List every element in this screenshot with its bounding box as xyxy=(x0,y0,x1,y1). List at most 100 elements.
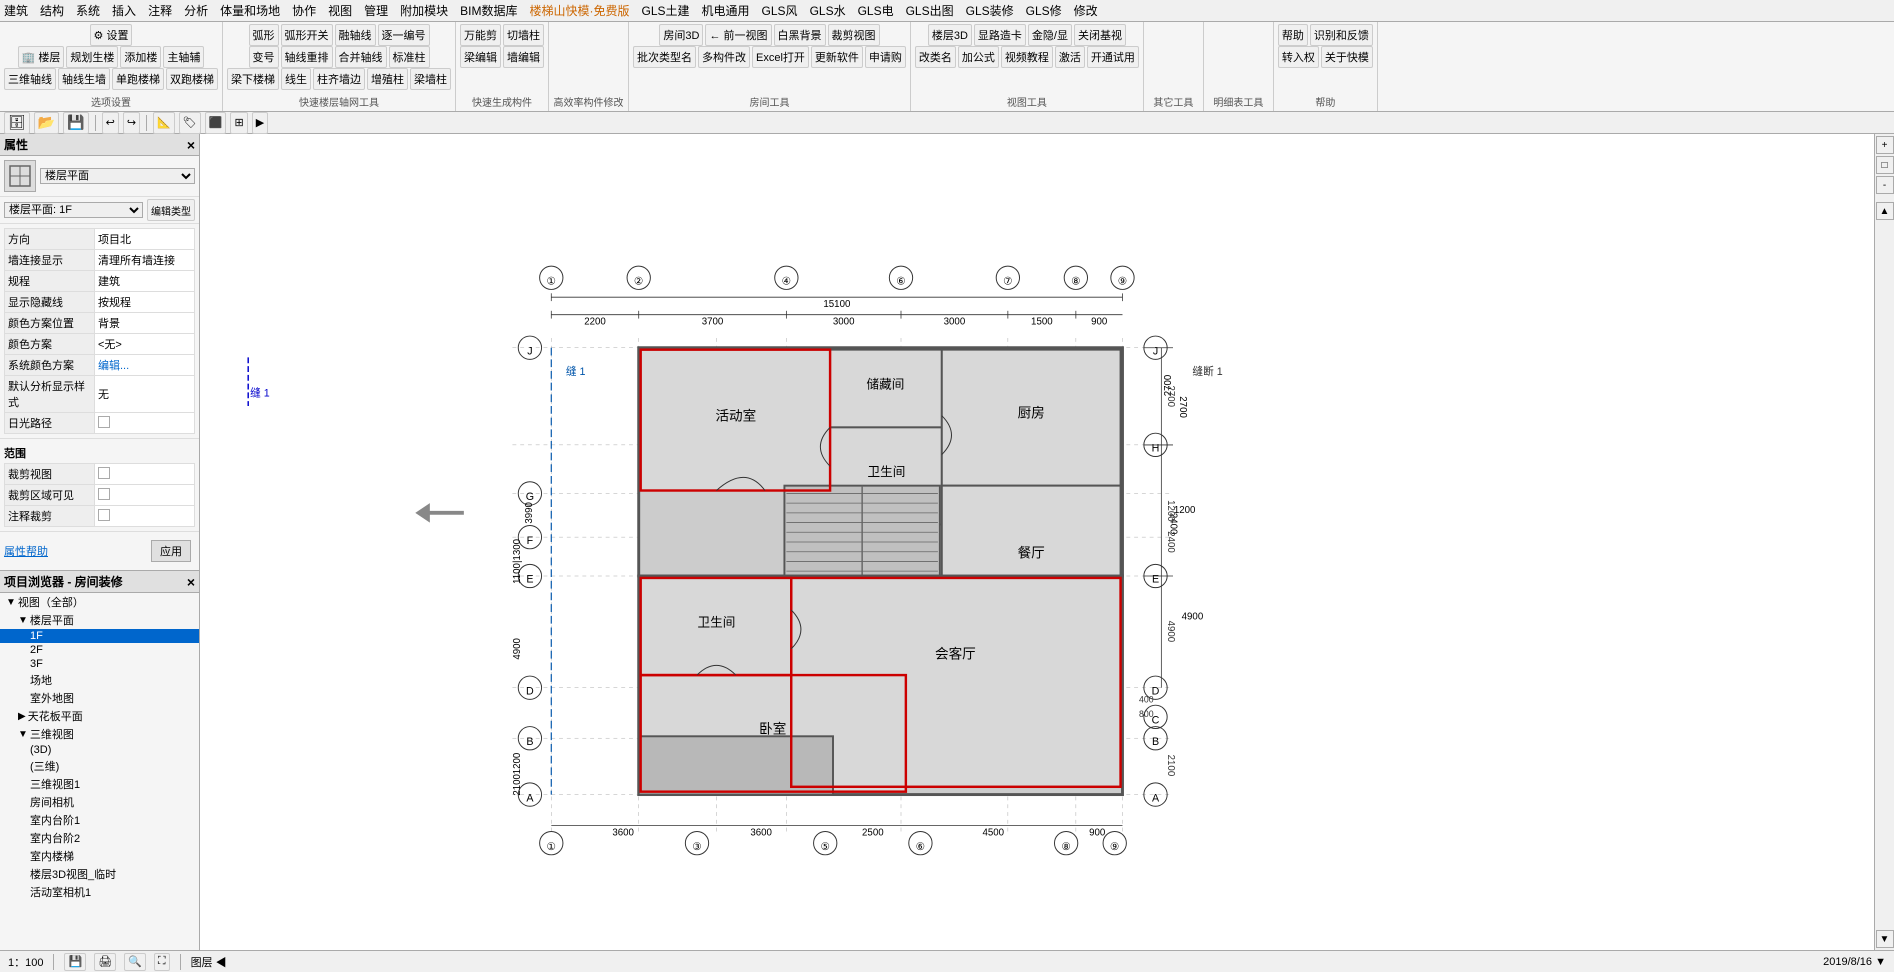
tb-room3d-btn[interactable]: 房间3D xyxy=(659,24,703,46)
tb2-measure-btn[interactable]: 📐 xyxy=(153,112,175,134)
tree-item-indoor-stair[interactable]: 室内楼梯 xyxy=(0,847,199,865)
tb-col-align-btn[interactable]: 柱齐墙边 xyxy=(313,68,365,90)
menu-item-build[interactable]: 建筑 xyxy=(4,2,28,19)
tb-cut-wall-btn[interactable]: 切墙柱 xyxy=(503,24,544,46)
tb-rename-btn[interactable]: 改类名 xyxy=(915,46,956,68)
edit-type-btn[interactable]: 编辑类型 xyxy=(147,199,195,221)
tree-item-floor-plans[interactable]: ▼ 楼层平面 xyxy=(0,611,199,629)
menu-item-gls-build[interactable]: GLS土建 xyxy=(642,2,690,19)
tree-item-outdoor[interactable]: 室外地图 xyxy=(0,689,199,707)
menu-item-stairs[interactable]: 楼梯山快模·免费版 xyxy=(530,2,630,19)
tb-prev-view-btn[interactable]: ← 前一视图 xyxy=(705,24,771,46)
tb2-undo-btn[interactable]: ↩ xyxy=(102,112,119,134)
tb-wall-edit-btn[interactable]: 墙编辑 xyxy=(503,46,544,68)
tb-crop-view-btn[interactable]: 裁剪视图 xyxy=(828,24,880,46)
tb-std-col-btn[interactable]: 标准柱 xyxy=(389,46,430,68)
tb-excel-open-btn[interactable]: Excel打开 xyxy=(752,46,809,68)
menu-item-mass[interactable]: 体量和场地 xyxy=(220,2,280,19)
tb-double-stair-btn[interactable]: 双跑楼梯 xyxy=(166,68,218,90)
tree-item-ceiling[interactable]: ▶ 天花板平面 xyxy=(0,707,199,725)
tb-arc-switch-btn[interactable]: 弧形开关 xyxy=(281,24,333,46)
tree-item-views[interactable]: ▼ 视图（全部） xyxy=(0,593,199,611)
tb-floor-btn[interactable]: 🏢 楼层 xyxy=(18,46,65,68)
menu-item-insert[interactable]: 插入 xyxy=(112,2,136,19)
menu-item-view[interactable]: 视图 xyxy=(328,2,352,19)
tb2-save-btn[interactable]: 💾 xyxy=(63,112,88,134)
tree-item-1f[interactable]: 1F xyxy=(0,629,199,643)
menu-item-mep[interactable]: 机电通用 xyxy=(702,2,750,19)
tb2-grid-btn[interactable]: ⊞ xyxy=(230,112,247,134)
annot-crop-checkbox[interactable] xyxy=(98,509,110,521)
prop-value-annot-crop[interactable] xyxy=(95,506,195,527)
scroll-down-btn[interactable]: ▼ xyxy=(1876,930,1894,948)
floor-select[interactable]: 楼层平面: 1F xyxy=(4,202,143,218)
tb-bw-bg-btn[interactable]: 白黑背景 xyxy=(774,24,826,46)
tb-add-floor-btn[interactable]: 添加楼 xyxy=(120,46,161,68)
tb-allcut-btn[interactable]: 万能剪 xyxy=(460,24,501,46)
tree-item-site[interactable]: 场地 xyxy=(0,671,199,689)
tree-item-indoor-step1[interactable]: 室内台阶1 xyxy=(0,811,199,829)
project-browser-close-btn[interactable]: × xyxy=(187,574,195,590)
apply-btn[interactable]: 应用 xyxy=(151,540,191,562)
tree-item-living-camera1[interactable]: 活动室相机1 xyxy=(0,883,199,901)
tree-item-3d-3d[interactable]: (三维) xyxy=(0,757,199,775)
tb-merge-axis-btn[interactable]: 融轴线 xyxy=(335,24,376,46)
tb-update-btn[interactable]: 更新软件 xyxy=(811,46,863,68)
tb-line-gen-btn[interactable]: 线生 xyxy=(281,68,311,90)
tb-about-btn[interactable]: 关于快模 xyxy=(1321,46,1373,68)
tb-show-card-btn[interactable]: 显路造卡 xyxy=(974,24,1026,46)
menu-item-gls-draw[interactable]: GLS出图 xyxy=(906,2,954,19)
tb2-new-btn[interactable]: 🗄 xyxy=(4,112,30,134)
tb-combine-axis-btn[interactable]: 合并轴线 xyxy=(335,46,387,68)
tb-axis-gen-wall-btn[interactable]: 轴线生墙 xyxy=(58,68,110,90)
tb-close-base-btn[interactable]: 关闭基视 xyxy=(1074,24,1126,46)
menu-item-collab[interactable]: 协作 xyxy=(292,2,316,19)
type-dropdown[interactable]: 楼层平面 xyxy=(40,168,195,184)
tb2-select-btn[interactable]: ▶ xyxy=(252,112,268,134)
tb-spread-col-btn[interactable]: 增殖柱 xyxy=(367,68,408,90)
status-search-btn[interactable]: 🔍 xyxy=(124,953,146,971)
tree-toggle-views[interactable]: ▼ xyxy=(6,597,16,608)
crop-view-checkbox[interactable] xyxy=(98,467,110,479)
properties-close-btn[interactable]: × xyxy=(187,137,195,153)
status-print-btn[interactable]: 🖨 xyxy=(94,953,116,971)
tb-beam-edit-btn[interactable]: 梁编辑 xyxy=(460,46,501,68)
menu-item-note[interactable]: 注释 xyxy=(148,2,172,19)
tree-item-room-camera[interactable]: 房间相机 xyxy=(0,793,199,811)
prop-value-sunpath[interactable] xyxy=(95,413,195,434)
tree-toggle-3d-views[interactable]: ▼ xyxy=(18,729,28,740)
menu-item-gls-deco[interactable]: GLS装修 xyxy=(966,2,1014,19)
menu-item-gls-repair[interactable]: GLS修 xyxy=(1026,2,1062,19)
tb-change-num-btn[interactable]: 变号 xyxy=(249,46,279,68)
scroll-up-btn[interactable]: ▲ xyxy=(1876,202,1894,220)
tree-toggle-floor-plans[interactable]: ▼ xyxy=(18,615,28,626)
tb-setup-btn[interactable]: ⚙ 设置 xyxy=(90,24,133,46)
canvas-area[interactable]: 缝 1 ① ② ④ ⑥ ⑦ ⑧ ⑨ xyxy=(200,134,1874,950)
zoom-in-btn[interactable]: + xyxy=(1876,136,1894,154)
tb2-open-btn[interactable]: 📂 xyxy=(34,112,59,134)
tree-item-3f[interactable]: 3F xyxy=(0,657,199,671)
tree-item-floor3d-temp[interactable]: 楼层3D视图_临时 xyxy=(0,865,199,883)
status-save-btn[interactable]: 💾 xyxy=(64,953,86,971)
tree-item-3d-view1[interactable]: 三维视图1 xyxy=(0,775,199,793)
tb-help-btn[interactable]: 帮助 xyxy=(1278,24,1308,46)
tb-batch-type-btn[interactable]: 批次类型名 xyxy=(633,46,696,68)
menu-item-gls-elec[interactable]: GLS电 xyxy=(858,2,894,19)
tb-trial-btn[interactable]: 开通试用 xyxy=(1087,46,1139,68)
tb-buy-btn[interactable]: 申请购 xyxy=(865,46,906,68)
tb-seq-num-btn[interactable]: 逐一编号 xyxy=(378,24,430,46)
tb-3d-axis-btn[interactable]: 三维轴线 xyxy=(4,68,56,90)
tree-item-3d-views[interactable]: ▼ 三维视图 xyxy=(0,725,199,743)
tree-toggle-ceiling[interactable]: ▶ xyxy=(18,711,26,722)
tb-multi-mod-btn[interactable]: 多构件改 xyxy=(698,46,750,68)
prop-value-sys-color[interactable]: 编辑... xyxy=(95,355,195,376)
menu-item-system[interactable]: 系统 xyxy=(76,2,100,19)
menu-item-bim[interactable]: BIM数据库 xyxy=(460,2,517,19)
tb-single-stair-btn[interactable]: 单跑楼梯 xyxy=(112,68,164,90)
tb-activate-btn[interactable]: 激活 xyxy=(1055,46,1085,68)
tb-reorder-axis-btn[interactable]: 轴线重排 xyxy=(281,46,333,68)
menu-item-modify[interactable]: 修改 xyxy=(1074,2,1098,19)
crop-region-checkbox[interactable] xyxy=(98,488,110,500)
menu-item-addons[interactable]: 附加模块 xyxy=(400,2,448,19)
tb-beam-wall-col-btn[interactable]: 梁墙柱 xyxy=(410,68,451,90)
